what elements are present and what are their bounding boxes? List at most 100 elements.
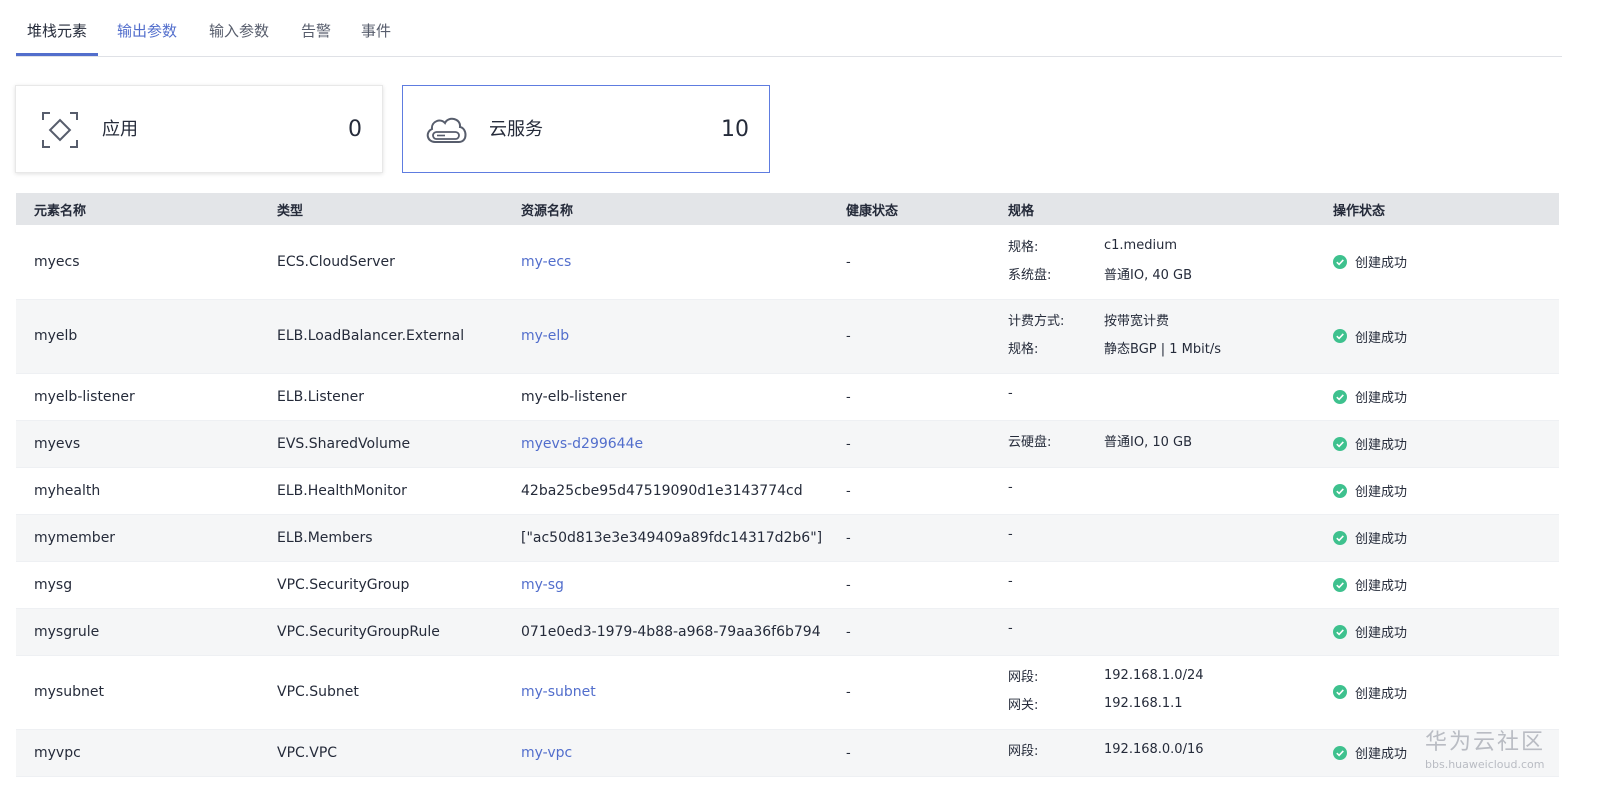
cell-type: EVS.SharedVolume: [259, 420, 503, 467]
cell-type: VPC.Subnet: [259, 655, 503, 729]
element-name: myhealth: [34, 482, 101, 499]
op-status-text: 创建成功: [1355, 391, 1408, 406]
element-name: mymember: [34, 529, 116, 546]
card-app[interactable]: 应用 0: [15, 85, 383, 173]
cell-resource-name[interactable]: my-ecs: [503, 225, 828, 299]
resource-link[interactable]: my-ecs: [521, 254, 571, 270]
cell-resource-name: ["ac50d813e3e349409a89fdc14317d2b6"]: [503, 514, 828, 561]
tab-bar: 堆栈元素 输出参数 输入参数 告警 事件: [16, 0, 1562, 57]
element-name: mysgrule: [34, 623, 100, 640]
success-check-icon: [1333, 530, 1347, 545]
cell-type: ELB.Members: [259, 514, 503, 561]
resource-name: my-elb-listener: [521, 388, 627, 405]
cell-resource-name[interactable]: myevs-d299644e: [503, 420, 828, 467]
cell-health: -: [828, 608, 990, 655]
cell-spec: -: [990, 373, 1315, 420]
col-header-health: 健康状态: [828, 193, 990, 225]
spec-key: 网关:: [1008, 698, 1039, 713]
op-status: 创建成功: [1333, 575, 1559, 594]
element-type: VPC.Subnet: [277, 684, 359, 700]
cell-type: ECS.CloudServer: [259, 225, 503, 299]
spec-list: -: [1008, 374, 1315, 408]
spec-list: -: [1008, 562, 1315, 596]
cell-resource-name[interactable]: my-elb: [503, 299, 828, 373]
tab-input-params[interactable]: 输入参数: [209, 0, 269, 56]
cell-spec: 网段: 192.168.0.0/16: [990, 729, 1315, 776]
card-cloud-count: 10: [721, 117, 749, 142]
card-cloud-services[interactable]: 云服务 10: [402, 85, 770, 173]
spec-list: 云硬盘: 普通IO, 10 GB: [1008, 421, 1315, 455]
success-check-icon: [1333, 685, 1347, 699]
tab-alarms[interactable]: 告警: [301, 0, 331, 56]
op-status-text: 创建成功: [1355, 747, 1408, 762]
col-header-type: 类型: [259, 193, 503, 225]
spec-list: 计费方式: 按带宽计费规格: 静态BGP | 1 Mbit/s: [1008, 300, 1315, 362]
spec-line: -: [1008, 568, 1315, 596]
col-header-element-name: 元素名称: [16, 193, 259, 225]
element-type: ELB.Members: [277, 529, 373, 546]
spec-value: 按带宽计费: [1104, 314, 1170, 329]
spec-line: 网关: 192.168.1.1: [1008, 690, 1315, 718]
spec-key: 规格:: [1008, 239, 1039, 255]
cell-resource-name: my-elb-listener: [503, 373, 828, 420]
resource-link[interactable]: my-vpc: [521, 745, 572, 761]
resource-link[interactable]: my-sg: [521, 577, 564, 593]
spec-line: 规格: c1.medium: [1008, 231, 1315, 259]
cell-spec: 规格: c1.medium 系统盘: 普通IO, 40 GB: [990, 225, 1315, 299]
cell-type: VPC.SecurityGroupRule: [259, 608, 503, 655]
cell-element-name: myecs: [16, 225, 259, 299]
cell-type: VPC.VPC: [259, 729, 503, 776]
col-header-spec: 规格: [990, 193, 1315, 225]
spec-line: -: [1008, 474, 1315, 502]
success-check-icon: [1333, 254, 1347, 269]
page: 堆栈元素 输出参数 输入参数 告警 事件 应用 0 云服务 10 元素名称 类型: [0, 0, 1605, 802]
tab-output-params[interactable]: 输出参数: [117, 0, 177, 56]
cell-health: -: [828, 467, 990, 514]
resource-name: ["ac50d813e3e349409a89fdc14317d2b6"]: [521, 529, 823, 546]
spec-key: 系统盘:: [1008, 267, 1052, 283]
health-status: -: [846, 745, 851, 761]
element-type: EVS.SharedVolume: [277, 435, 411, 452]
cell-spec: -: [990, 514, 1315, 561]
spec-key: 计费方式:: [1008, 314, 1065, 329]
spec-value: 192.168.1.1: [1104, 696, 1183, 711]
op-status: 创建成功: [1333, 481, 1559, 500]
cell-op-status: 创建成功: [1315, 655, 1559, 729]
spec-line: -: [1008, 380, 1315, 408]
resource-link[interactable]: myevs-d299644e: [521, 436, 643, 452]
spec-list: -: [1008, 609, 1315, 643]
spec-key: 规格:: [1008, 342, 1039, 357]
tab-stack-elements[interactable]: 堆栈元素: [16, 0, 98, 56]
card-app-label: 应用: [102, 119, 138, 140]
element-name: myecs: [34, 253, 80, 270]
cell-spec: 网段: 192.168.1.0/24 网关: 192.168.1.1: [990, 655, 1315, 729]
tab-events[interactable]: 事件: [361, 0, 391, 56]
cell-resource-name[interactable]: my-vpc: [503, 729, 828, 776]
cell-resource-name: 071e0ed3-1979-4b88-a968-79aa36f6b794: [503, 608, 828, 655]
cloud-icon: [426, 117, 467, 143]
resource-name: 42ba25cbe95d47519090d1e3143774cd: [521, 482, 803, 499]
cell-element-name: myhealth: [16, 467, 259, 514]
spec-line: 规格: 静态BGP | 1 Mbit/s: [1008, 334, 1315, 362]
spec-list: 规格: c1.medium 系统盘: 普通IO, 40 GB: [1008, 225, 1315, 287]
element-type: VPC.VPC: [277, 744, 338, 761]
cell-element-name: mymember: [16, 514, 259, 561]
spec-value: 普通IO, 40 GB: [1104, 267, 1192, 283]
watermark-title: 华为云社区: [1425, 730, 1546, 755]
table-row: myhealth ELB.HealthMonitor 42ba25cbe95d475…: [16, 467, 1559, 514]
op-status-text: 创建成功: [1355, 686, 1408, 702]
resource-link[interactable]: my-subnet: [521, 684, 596, 700]
spec-list: -: [1008, 515, 1315, 549]
table-header-row: 元素名称 类型 资源名称 健康状态 规格 操作状态: [16, 193, 1559, 225]
cell-op-status: 创建成功: [1315, 373, 1559, 420]
cell-resource-name[interactable]: my-sg: [503, 561, 828, 608]
cell-health: -: [828, 561, 990, 608]
col-header-op-status: 操作状态: [1315, 193, 1559, 225]
cell-resource-name[interactable]: my-subnet: [503, 655, 828, 729]
spec-value: 192.168.1.0/24: [1104, 668, 1204, 683]
cell-spec: -: [990, 608, 1315, 655]
spec-key: 网段:: [1008, 744, 1039, 759]
resource-link[interactable]: my-elb: [521, 328, 569, 344]
spec-list: -: [1008, 468, 1315, 502]
element-name: mysg: [34, 576, 73, 593]
